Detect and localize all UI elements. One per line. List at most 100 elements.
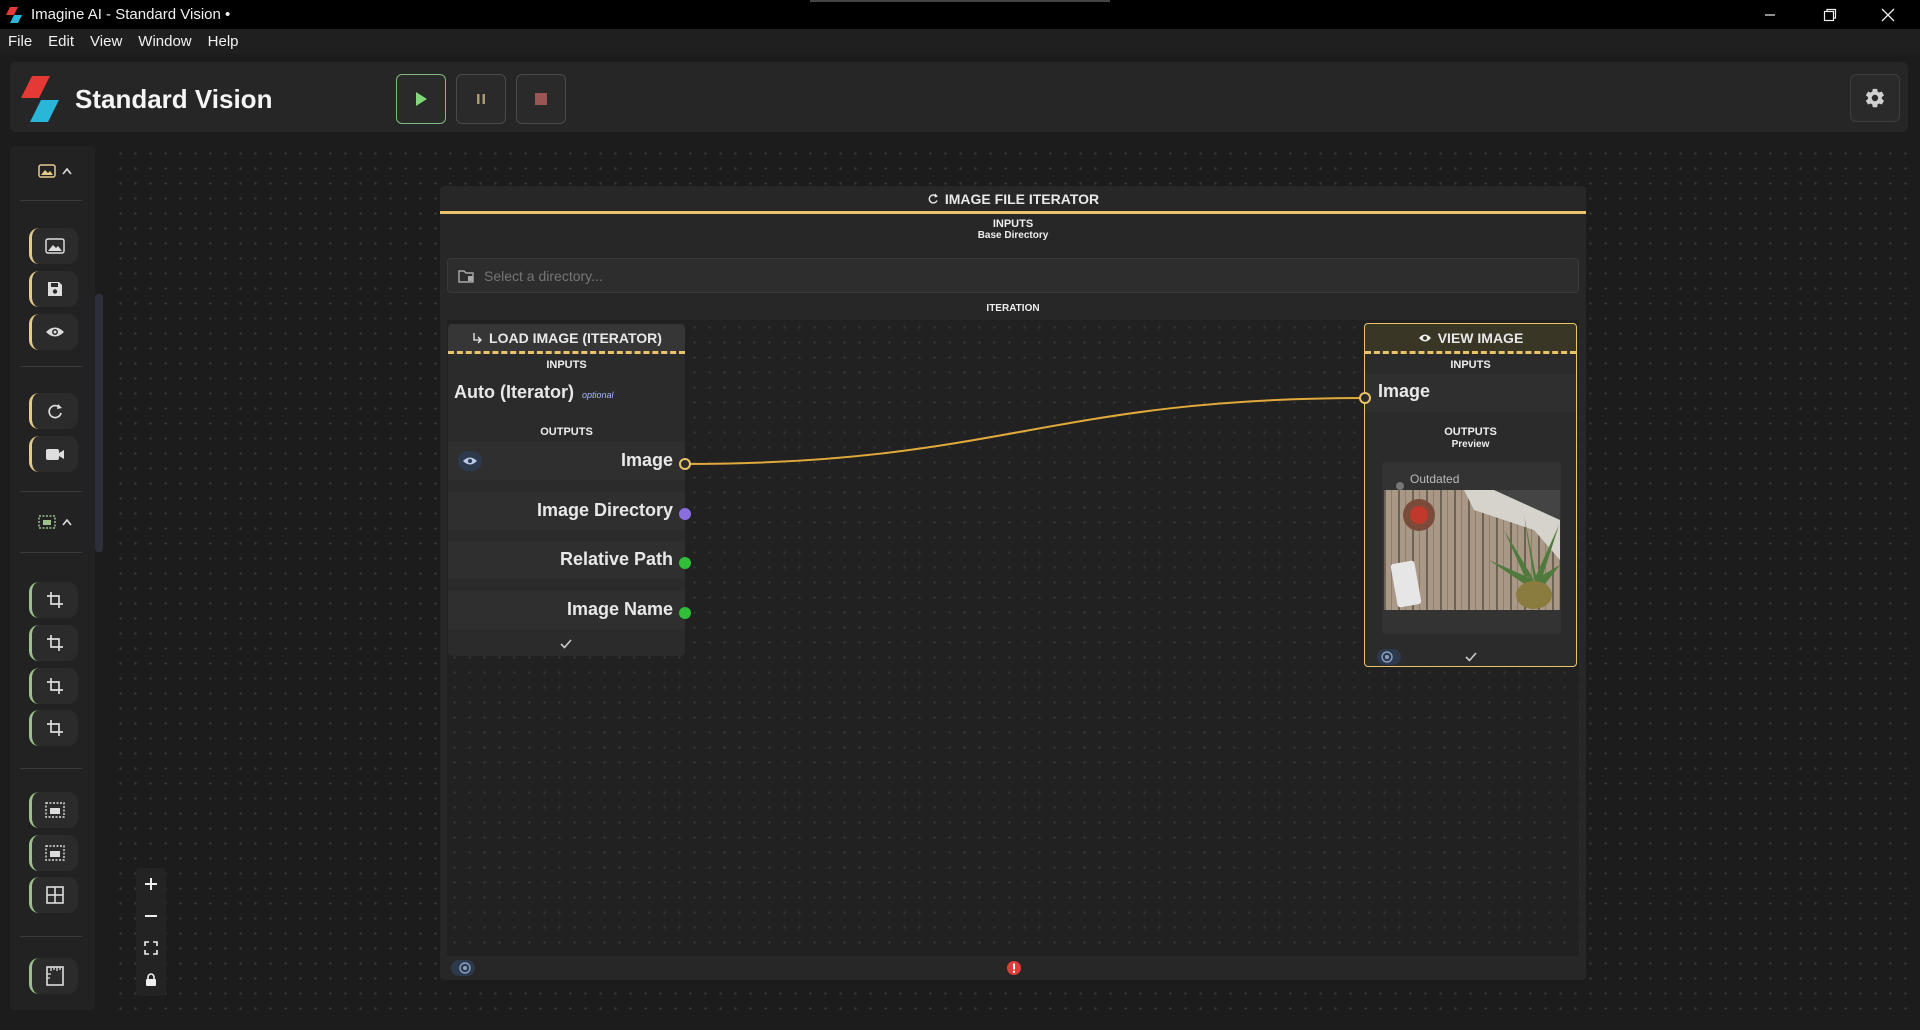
- view-image-node[interactable]: VIEW IMAGE INPUTS Image OUTPUTS Preview …: [1364, 323, 1577, 667]
- title-bar: Imagine AI - Standard Vision •: [0, 0, 1920, 29]
- menu-view[interactable]: View: [90, 33, 122, 50]
- iteration-label: ITERATION: [986, 303, 1040, 314]
- loop-icon: [48, 404, 62, 419]
- frame-icon: [38, 515, 56, 529]
- output-image-directory-label: Image Directory: [536, 500, 673, 520]
- minimize-icon[interactable]: [1740, 0, 1800, 29]
- loop-icon: [928, 193, 938, 204]
- error-icon[interactable]: [1006, 960, 1022, 976]
- settings-button[interactable]: [1850, 74, 1900, 122]
- output-relative-path-row: Relative Path: [448, 541, 685, 579]
- sidebar-item-tile[interactable]: [29, 877, 78, 913]
- close-icon[interactable]: [1858, 0, 1918, 29]
- fit-view-button[interactable]: [136, 932, 166, 964]
- iterator-inputs-label: INPUTS: [992, 218, 1034, 230]
- sidebar-item-view-image[interactable]: [29, 314, 78, 350]
- lock-button[interactable]: [136, 964, 166, 996]
- sidebar-item-load-image[interactable]: [29, 228, 78, 264]
- iterator-title: IMAGE FILE ITERATOR: [944, 190, 1100, 207]
- preview-label: Preview: [1451, 439, 1490, 450]
- load-image-node[interactable]: LOAD IMAGE (ITERATOR) INPUTS Auto (Itera…: [448, 324, 685, 656]
- menu-window[interactable]: Window: [138, 33, 191, 50]
- view-outputs-label: OUTPUTS: [1444, 426, 1497, 438]
- sidebar-scrollbar[interactable]: [95, 294, 103, 552]
- ruler-icon: [46, 966, 64, 986]
- view-inputs-label: INPUTS: [1450, 359, 1491, 371]
- load-image-header[interactable]: LOAD IMAGE (ITERATOR): [448, 324, 685, 354]
- frame-icon: [45, 845, 65, 861]
- output-relative-path-port[interactable]: [679, 557, 691, 569]
- menu-file[interactable]: File: [8, 33, 32, 50]
- sidebar-item-crop-2[interactable]: [29, 625, 78, 661]
- image-icon: [45, 238, 65, 254]
- chevron-up-icon: [62, 167, 72, 175]
- enter-arrow-icon: [473, 332, 482, 343]
- directory-picker[interactable]: [447, 258, 1579, 293]
- output-image-name-port[interactable]: [679, 607, 691, 619]
- menu-bar: File Edit View Window Help: [0, 29, 1920, 54]
- eye-icon[interactable]: [458, 451, 482, 471]
- input-image-row: Image: [1365, 374, 1576, 412]
- load-outputs-label: OUTPUTS: [540, 426, 593, 438]
- pause-icon: [477, 94, 485, 104]
- output-image-label: Image: [620, 450, 673, 470]
- directory-input[interactable]: [484, 267, 1284, 284]
- load-inputs-label: INPUTS: [546, 359, 587, 371]
- group-transform-toggle[interactable]: [28, 509, 84, 535]
- run-button[interactable]: [396, 74, 446, 124]
- zoom-in-button[interactable]: [136, 868, 166, 900]
- output-image-name-label: Image Name: [566, 599, 673, 619]
- iterator-header[interactable]: IMAGE FILE ITERATOR: [440, 186, 1586, 214]
- play-icon: [416, 92, 427, 106]
- sidebar-item-border-2[interactable]: [29, 835, 78, 871]
- status-dot: [1396, 482, 1404, 490]
- view-image-header[interactable]: VIEW IMAGE: [1365, 324, 1576, 354]
- output-image-row: Image: [448, 442, 685, 480]
- grid-icon: [46, 886, 64, 904]
- crop-icon: [47, 635, 63, 651]
- load-image-title: LOAD IMAGE (ITERATOR): [489, 329, 662, 346]
- output-image-directory-row: Image Directory: [448, 492, 685, 530]
- chevron-up-icon: [62, 518, 72, 526]
- image-preview[interactable]: Outdated: [1382, 462, 1561, 634]
- brand-logo-icon: [21, 76, 59, 122]
- optional-tag: optional: [582, 390, 614, 400]
- sidebar-item-iterator[interactable]: [29, 393, 78, 429]
- node-sidebar: [10, 146, 103, 1010]
- menu-help[interactable]: Help: [208, 33, 239, 50]
- image-icon: [38, 164, 56, 178]
- app-logo-icon: [6, 6, 22, 23]
- sidebar-item-crop-4[interactable]: [29, 710, 78, 746]
- crop-icon: [47, 592, 63, 608]
- auto-iterator-input: Auto (Iterator): [454, 382, 574, 402]
- outdated-label: Outdated: [1410, 472, 1460, 486]
- sidebar-item-measure[interactable]: [29, 958, 78, 994]
- group-image-toggle[interactable]: [28, 158, 84, 184]
- pause-button[interactable]: [456, 74, 506, 124]
- fullscreen-icon: [144, 941, 158, 955]
- output-image-name-row: Image Name: [448, 591, 685, 629]
- sidebar-item-crop-3[interactable]: [29, 668, 78, 704]
- input-image-port[interactable]: [1359, 392, 1371, 404]
- input-image-label: Image: [1378, 381, 1431, 401]
- node-settings-icon[interactable]: [451, 960, 475, 976]
- zoom-out-button[interactable]: [136, 900, 166, 932]
- node-settings-icon[interactable]: [1377, 649, 1401, 665]
- sidebar-item-crop-1[interactable]: [29, 582, 78, 618]
- eye-icon: [1418, 334, 1431, 341]
- output-image-port[interactable]: [679, 458, 691, 470]
- menu-edit[interactable]: Edit: [48, 33, 74, 50]
- sidebar-item-save-image[interactable]: [29, 271, 78, 307]
- frame-icon: [45, 802, 65, 818]
- app-name: Standard Vision: [75, 84, 273, 114]
- app-header: Standard Vision: [10, 62, 1908, 132]
- stop-button[interactable]: [516, 74, 566, 124]
- restore-icon[interactable]: [1800, 0, 1860, 29]
- sidebar-item-video[interactable]: [29, 436, 78, 472]
- output-image-directory-port[interactable]: [679, 508, 691, 520]
- sidebar-item-border-1[interactable]: [29, 792, 78, 828]
- check-icon: [560, 639, 572, 649]
- output-relative-path-label: Relative Path: [559, 549, 673, 569]
- camera-icon: [46, 449, 64, 460]
- view-image-title: VIEW IMAGE: [1437, 329, 1524, 346]
